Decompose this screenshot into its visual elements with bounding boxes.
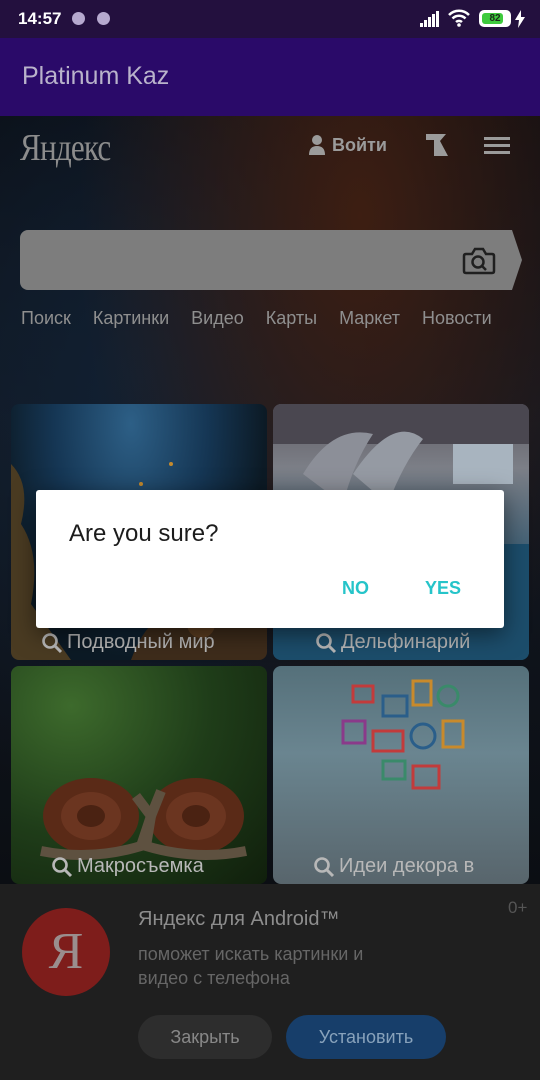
status-bar: 14:57 82 — [0, 0, 540, 38]
image-tile-decor[interactable]: Идеи декора в — [273, 666, 529, 884]
yandex-app-logo: Я — [22, 908, 110, 996]
tile-label-text: Идеи декора в — [339, 855, 475, 877]
search-icon — [52, 856, 73, 877]
nav-link-images[interactable]: Картинки — [93, 308, 169, 329]
wifi-icon — [448, 9, 470, 27]
battery-icon: 82 — [479, 10, 511, 27]
snails-image — [40, 778, 247, 860]
service-nav: Поиск Картинки Видео Карты Маркет Новост… — [21, 308, 514, 329]
dialog-title: Are you sure? — [69, 520, 219, 547]
app-bar: Platinum Kaz — [0, 38, 540, 116]
search-input[interactable] — [20, 230, 522, 290]
yandex-logo[interactable]: Яндекс — [20, 126, 111, 170]
app-title: Platinum Kaz — [22, 62, 170, 90]
yes-button[interactable]: YES — [425, 578, 461, 599]
battery-percent: 82 — [489, 13, 501, 24]
tile-label-dolphinarium: Дельфинарий — [315, 631, 470, 654]
tile-label-text: Макросъемка — [77, 855, 204, 877]
tile-label-text: Подводный мир — [67, 631, 215, 653]
search-icon — [314, 856, 335, 877]
age-rating-badge: 0+ — [508, 898, 528, 917]
cell-signal-icon — [420, 11, 439, 27]
tile-label-macro: Макросъемка — [51, 855, 204, 878]
user-icon — [309, 135, 325, 155]
install-button[interactable]: Установить — [286, 1015, 446, 1059]
camera-search-icon[interactable] — [462, 246, 496, 276]
status-time: 14:57 — [18, 9, 62, 28]
login-label: Войти — [332, 134, 387, 155]
nav-link-search[interactable]: Поиск — [21, 308, 71, 329]
tile-label-decor: Идеи декора в — [313, 855, 474, 878]
banner-description: поможет искать картинки и видео с телефо… — [138, 944, 364, 988]
close-banner-button[interactable]: Закрыть — [138, 1015, 272, 1059]
confirm-dialog: Are you sure? NO YES — [36, 490, 504, 628]
nav-link-market[interactable]: Маркет — [339, 308, 400, 329]
nav-link-video[interactable]: Видео — [191, 308, 244, 329]
banner-title: Яндекс для Android™ — [138, 908, 340, 930]
charging-icon — [515, 10, 525, 28]
search-icon — [42, 632, 63, 653]
app-install-banner: Я Яндекс для Android™ 0+ поможет искать … — [0, 884, 540, 1080]
nav-link-maps[interactable]: Карты — [266, 308, 317, 329]
no-button[interactable]: NO — [342, 578, 369, 599]
decor-image — [341, 679, 465, 790]
hamburger-menu-icon[interactable] — [484, 137, 510, 155]
login-button[interactable]: Войти — [308, 134, 387, 156]
image-tile-macro[interactable]: Макросъемка — [11, 666, 267, 884]
nav-link-news[interactable]: Новости — [422, 308, 492, 329]
tile-label-text: Дельфинарий — [341, 631, 471, 653]
tile-label-underwater: Подводный мир — [41, 631, 215, 654]
collections-icon[interactable] — [424, 132, 450, 158]
search-icon — [316, 632, 337, 653]
notification-dot-icon — [97, 12, 110, 25]
notification-dot-icon — [72, 12, 85, 25]
